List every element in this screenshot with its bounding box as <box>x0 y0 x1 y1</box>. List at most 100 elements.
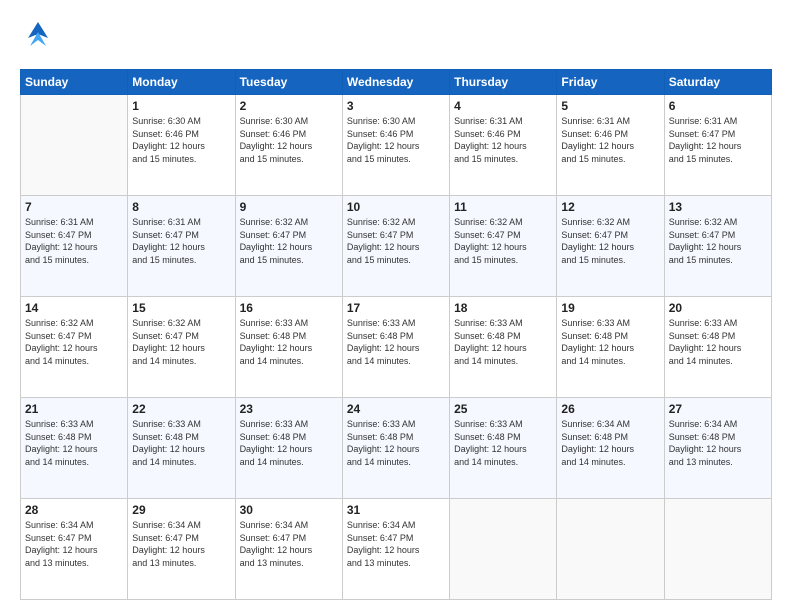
day-info: Sunrise: 6:33 AMSunset: 6:48 PMDaylight:… <box>25 418 123 468</box>
table-row: 22 Sunrise: 6:33 AMSunset: 6:48 PMDayligh… <box>128 398 235 499</box>
table-row: 9 Sunrise: 6:32 AMSunset: 6:47 PMDaylight… <box>235 196 342 297</box>
day-info: Sunrise: 6:33 AMSunset: 6:48 PMDaylight:… <box>240 418 338 468</box>
day-number: 10 <box>347 200 445 214</box>
table-row: 17 Sunrise: 6:33 AMSunset: 6:48 PMDayligh… <box>342 297 449 398</box>
day-number: 16 <box>240 301 338 315</box>
day-info: Sunrise: 6:33 AMSunset: 6:48 PMDaylight:… <box>347 418 445 468</box>
day-number: 25 <box>454 402 552 416</box>
col-saturday: Saturday <box>664 70 771 95</box>
day-number: 27 <box>669 402 767 416</box>
table-row: 11Sunrise: 6:32 AMSunset: 6:47 PMDayligh… <box>450 196 557 297</box>
calendar-header-row: Sunday Monday Tuesday Wednesday Thursday… <box>21 70 772 95</box>
table-row: 19 Sunrise: 6:33 AMSunset: 6:48 PMDayligh… <box>557 297 664 398</box>
day-info: Sunrise: 6:34 AMSunset: 6:47 PMDaylight:… <box>132 519 230 569</box>
table-row: 16 Sunrise: 6:33 AMSunset: 6:48 PMDayligh… <box>235 297 342 398</box>
day-info: Sunrise: 6:34 AMSunset: 6:47 PMDaylight:… <box>25 519 123 569</box>
day-info: Sunrise: 6:31 AMSunset: 6:46 PMDaylight:… <box>561 115 659 165</box>
day-number: 29 <box>132 503 230 517</box>
page: Sunday Monday Tuesday Wednesday Thursday… <box>0 0 792 612</box>
table-row: 31Sunrise: 6:34 AMSunset: 6:47 PMDayligh… <box>342 499 449 600</box>
day-number: 7 <box>25 200 123 214</box>
day-info: Sunrise: 6:32 AMSunset: 6:47 PMDaylight:… <box>25 317 123 367</box>
day-number: 30 <box>240 503 338 517</box>
table-row: 27 Sunrise: 6:34 AMSunset: 6:48 PMDayligh… <box>664 398 771 499</box>
table-row: 8 Sunrise: 6:31 AMSunset: 6:47 PMDaylight… <box>128 196 235 297</box>
calendar-week-row: 21 Sunrise: 6:33 AMSunset: 6:48 PMDayligh… <box>21 398 772 499</box>
col-thursday: Thursday <box>450 70 557 95</box>
day-info: Sunrise: 6:32 AMSunset: 6:47 PMDaylight:… <box>240 216 338 266</box>
day-number: 28 <box>25 503 123 517</box>
day-info: Sunrise: 6:34 AMSunset: 6:47 PMDaylight:… <box>347 519 445 569</box>
day-number: 17 <box>347 301 445 315</box>
day-info: Sunrise: 6:30 AMSunset: 6:46 PMDaylight:… <box>240 115 338 165</box>
col-monday: Monday <box>128 70 235 95</box>
table-row: 6Sunrise: 6:31 AMSunset: 6:47 PMDaylight… <box>664 95 771 196</box>
day-number: 23 <box>240 402 338 416</box>
day-number: 20 <box>669 301 767 315</box>
day-number: 19 <box>561 301 659 315</box>
day-info: Sunrise: 6:34 AMSunset: 6:48 PMDaylight:… <box>669 418 767 468</box>
col-friday: Friday <box>557 70 664 95</box>
day-info: Sunrise: 6:33 AMSunset: 6:48 PMDaylight:… <box>454 418 552 468</box>
table-row: 29 Sunrise: 6:34 AMSunset: 6:47 PMDayligh… <box>128 499 235 600</box>
col-sunday: Sunday <box>21 70 128 95</box>
col-wednesday: Wednesday <box>342 70 449 95</box>
table-row: 24 Sunrise: 6:33 AMSunset: 6:48 PMDayligh… <box>342 398 449 499</box>
calendar-week-row: 1Sunrise: 6:30 AMSunset: 6:46 PMDaylight… <box>21 95 772 196</box>
day-number: 24 <box>347 402 445 416</box>
day-number: 26 <box>561 402 659 416</box>
day-info: Sunrise: 6:31 AMSunset: 6:47 PMDaylight:… <box>132 216 230 266</box>
day-info: Sunrise: 6:33 AMSunset: 6:48 PMDaylight:… <box>454 317 552 367</box>
table-row: 2 Sunrise: 6:30 AMSunset: 6:46 PMDaylight… <box>235 95 342 196</box>
day-number: 6 <box>669 99 767 113</box>
logo <box>20 18 62 61</box>
day-number: 8 <box>132 200 230 214</box>
day-number: 5 <box>561 99 659 113</box>
day-info: Sunrise: 6:33 AMSunset: 6:48 PMDaylight:… <box>132 418 230 468</box>
table-row: 3Sunrise: 6:30 AMSunset: 6:46 PMDaylight… <box>342 95 449 196</box>
col-tuesday: Tuesday <box>235 70 342 95</box>
day-info: Sunrise: 6:33 AMSunset: 6:48 PMDaylight:… <box>240 317 338 367</box>
table-row: 25 Sunrise: 6:33 AMSunset: 6:48 PMDayligh… <box>450 398 557 499</box>
day-info: Sunrise: 6:33 AMSunset: 6:48 PMDaylight:… <box>669 317 767 367</box>
table-row: 10Sunrise: 6:32 AMSunset: 6:47 PMDayligh… <box>342 196 449 297</box>
day-number: 3 <box>347 99 445 113</box>
day-info: Sunrise: 6:33 AMSunset: 6:48 PMDaylight:… <box>561 317 659 367</box>
table-row: 20 Sunrise: 6:33 AMSunset: 6:48 PMDayligh… <box>664 297 771 398</box>
table-row: 18 Sunrise: 6:33 AMSunset: 6:48 PMDayligh… <box>450 297 557 398</box>
day-number: 2 <box>240 99 338 113</box>
calendar-table: Sunday Monday Tuesday Wednesday Thursday… <box>20 69 772 600</box>
header <box>20 18 772 61</box>
day-info: Sunrise: 6:32 AMSunset: 6:47 PMDaylight:… <box>561 216 659 266</box>
table-row <box>450 499 557 600</box>
day-number: 4 <box>454 99 552 113</box>
day-info: Sunrise: 6:30 AMSunset: 6:46 PMDaylight:… <box>132 115 230 165</box>
calendar-week-row: 7 Sunrise: 6:31 AMSunset: 6:47 PMDaylight… <box>21 196 772 297</box>
table-row: 12 Sunrise: 6:32 AMSunset: 6:47 PMDayligh… <box>557 196 664 297</box>
day-number: 21 <box>25 402 123 416</box>
day-info: Sunrise: 6:32 AMSunset: 6:47 PMDaylight:… <box>132 317 230 367</box>
table-row: 28 Sunrise: 6:34 AMSunset: 6:47 PMDayligh… <box>21 499 128 600</box>
table-row: 5 Sunrise: 6:31 AMSunset: 6:46 PMDaylight… <box>557 95 664 196</box>
day-info: Sunrise: 6:32 AMSunset: 6:47 PMDaylight:… <box>669 216 767 266</box>
table-row: 30Sunrise: 6:34 AMSunset: 6:47 PMDayligh… <box>235 499 342 600</box>
day-number: 14 <box>25 301 123 315</box>
table-row <box>664 499 771 600</box>
day-number: 18 <box>454 301 552 315</box>
day-number: 9 <box>240 200 338 214</box>
day-number: 22 <box>132 402 230 416</box>
table-row: 15Sunrise: 6:32 AMSunset: 6:47 PMDayligh… <box>128 297 235 398</box>
day-info: Sunrise: 6:31 AMSunset: 6:47 PMDaylight:… <box>25 216 123 266</box>
table-row: 4 Sunrise: 6:31 AMSunset: 6:46 PMDaylight… <box>450 95 557 196</box>
day-info: Sunrise: 6:32 AMSunset: 6:47 PMDaylight:… <box>454 216 552 266</box>
day-info: Sunrise: 6:34 AMSunset: 6:48 PMDaylight:… <box>561 418 659 468</box>
table-row: 21 Sunrise: 6:33 AMSunset: 6:48 PMDayligh… <box>21 398 128 499</box>
table-row: 13 Sunrise: 6:32 AMSunset: 6:47 PMDayligh… <box>664 196 771 297</box>
day-info: Sunrise: 6:33 AMSunset: 6:48 PMDaylight:… <box>347 317 445 367</box>
day-number: 12 <box>561 200 659 214</box>
day-info: Sunrise: 6:31 AMSunset: 6:46 PMDaylight:… <box>454 115 552 165</box>
day-number: 13 <box>669 200 767 214</box>
table-row <box>21 95 128 196</box>
table-row: 26 Sunrise: 6:34 AMSunset: 6:48 PMDayligh… <box>557 398 664 499</box>
table-row <box>557 499 664 600</box>
